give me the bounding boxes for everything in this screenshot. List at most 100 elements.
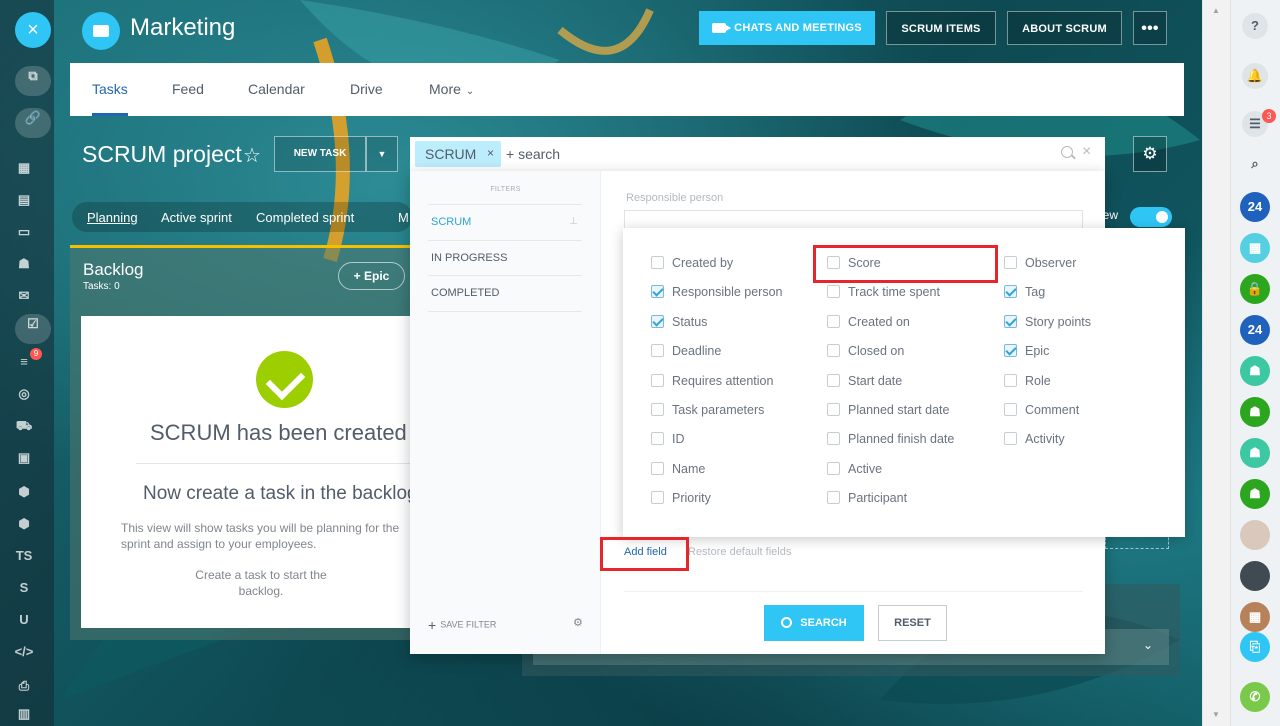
- checkbox[interactable]: [1004, 374, 1017, 388]
- chevron-down-icon[interactable]: ⌄: [1143, 638, 1153, 652]
- field-option-priority[interactable]: Priority: [651, 491, 711, 511]
- group-chat-icon-3[interactable]: ☗: [1240, 438, 1270, 468]
- help-icon[interactable]: ?: [1242, 13, 1268, 39]
- about-scrum-button[interactable]: ABOUT SCRUM: [1007, 11, 1122, 45]
- checkbox[interactable]: [827, 374, 840, 388]
- target-icon[interactable]: ◎: [14, 384, 34, 404]
- checkbox[interactable]: [651, 432, 664, 446]
- field-option-status[interactable]: Status: [651, 315, 707, 335]
- mail-icon[interactable]: ✉: [14, 286, 34, 306]
- group-chat-icon-2[interactable]: ☗: [1240, 397, 1270, 427]
- scrum-items-button[interactable]: SCRUM ITEMS: [886, 11, 996, 45]
- calendar-chat-icon-2[interactable]: ▦: [1240, 602, 1270, 632]
- settings-gear-icon[interactable]: ⚙: [1133, 136, 1167, 172]
- field-option-story-points[interactable]: Story points: [1004, 315, 1091, 335]
- field-option-planned-finish-date[interactable]: Planned finish date: [827, 432, 954, 452]
- checkbox[interactable]: [827, 344, 840, 358]
- search-button[interactable]: SEARCH: [764, 605, 864, 641]
- tab-tasks[interactable]: Tasks: [92, 81, 128, 97]
- checkbox[interactable]: [827, 403, 840, 417]
- checkbox[interactable]: [651, 285, 664, 299]
- field-option-start-date[interactable]: Start date: [827, 374, 902, 394]
- field-option-id[interactable]: ID: [651, 432, 685, 452]
- reset-button[interactable]: RESET: [878, 605, 947, 641]
- calendar-icon[interactable]: ▦: [14, 158, 34, 178]
- view-planning[interactable]: Planning: [87, 210, 138, 225]
- building-icon[interactable]: ▥: [14, 704, 34, 724]
- clear-icon[interactable]: ×: [1082, 143, 1091, 161]
- document-icon[interactable]: ▤: [14, 190, 34, 210]
- search-icon[interactable]: ⌕: [1242, 151, 1268, 177]
- phone-icon[interactable]: ✆: [1240, 682, 1270, 712]
- scroll-up-icon[interactable]: ▲: [1212, 6, 1220, 15]
- checkbox[interactable]: [651, 462, 664, 476]
- checkbox[interactable]: [651, 403, 664, 417]
- chip-remove-icon[interactable]: ×: [487, 146, 494, 160]
- view-more[interactable]: M: [398, 210, 409, 225]
- box-icon-2[interactable]: ⬢: [14, 514, 34, 534]
- close-icon[interactable]: ×: [15, 12, 51, 48]
- field-option-participant[interactable]: Participant: [827, 491, 907, 511]
- field-option-comment[interactable]: Comment: [1004, 403, 1079, 423]
- restore-default-fields-link[interactable]: Restore default fields: [688, 546, 791, 558]
- calendar-chat-icon[interactable]: ▦: [1240, 233, 1270, 263]
- checkbox[interactable]: [1004, 344, 1017, 358]
- checkbox[interactable]: [651, 491, 664, 505]
- lock-icon[interactable]: 🔒: [1240, 274, 1270, 304]
- checkbox[interactable]: [1004, 315, 1017, 329]
- field-option-epic[interactable]: Epic: [1004, 344, 1049, 364]
- add-epic-button[interactable]: + Epic: [338, 262, 405, 290]
- checkbox[interactable]: [651, 344, 664, 358]
- search-icon[interactable]: [1061, 146, 1073, 158]
- field-option-created-by[interactable]: Created by: [651, 256, 733, 276]
- more-menu-button[interactable]: •••: [1133, 11, 1167, 45]
- field-option-requires-attention[interactable]: Requires attention: [651, 374, 773, 394]
- field-option-tag[interactable]: Tag: [1004, 285, 1045, 305]
- tab-feed[interactable]: Feed: [172, 81, 204, 97]
- field-option-closed-on[interactable]: Closed on: [827, 344, 904, 364]
- cart-icon[interactable]: ⛟: [14, 416, 34, 436]
- checkbox[interactable]: [651, 315, 664, 329]
- field-option-track-time-spent[interactable]: Track time spent: [827, 285, 940, 305]
- saved-filter-completed[interactable]: COMPLETED: [428, 275, 582, 311]
- filter-search-bar[interactable]: SCRUM × + search ×: [410, 137, 1105, 171]
- checkbox[interactable]: [827, 462, 840, 476]
- screen-share-icon[interactable]: ⎘: [1240, 632, 1270, 662]
- checkbox[interactable]: [1004, 256, 1017, 270]
- field-option-observer[interactable]: Observer: [1004, 256, 1076, 276]
- checkbox[interactable]: [1004, 403, 1017, 417]
- checkbox[interactable]: [827, 432, 840, 446]
- bitrix24-icon-2[interactable]: 24: [1240, 315, 1270, 345]
- tab-more[interactable]: More ⌄: [429, 81, 474, 97]
- field-option-activity[interactable]: Activity: [1004, 432, 1065, 452]
- tab-drive[interactable]: Drive: [350, 81, 383, 97]
- checkbox[interactable]: [651, 256, 664, 270]
- group-s-icon[interactable]: S: [14, 578, 34, 598]
- field-option-task-parameters[interactable]: Task parameters: [651, 403, 764, 423]
- field-option-created-on[interactable]: Created on: [827, 315, 910, 335]
- new-task-dropdown-button[interactable]: ▼: [366, 136, 398, 172]
- link-icon[interactable]: 🔗: [15, 108, 51, 138]
- group-chat-icon[interactable]: ☗: [1240, 356, 1270, 386]
- avatar-2[interactable]: [1240, 561, 1270, 591]
- new-task-button[interactable]: NEW TASK: [274, 136, 366, 172]
- saved-filter-scrum[interactable]: SCRUM ⊥: [428, 204, 582, 240]
- view-toggle[interactable]: [1130, 207, 1172, 227]
- checkbox[interactable]: [1004, 432, 1017, 446]
- tab-calendar[interactable]: Calendar: [248, 81, 305, 97]
- view-completed-sprint[interactable]: Completed sprint: [256, 210, 354, 225]
- pin-icon[interactable]: ⊥: [569, 205, 578, 239]
- printer-icon[interactable]: ⎙: [14, 676, 34, 696]
- responsible-person-field[interactable]: [624, 210, 1083, 230]
- bitrix24-icon[interactable]: 24: [1240, 192, 1270, 222]
- group-icon[interactable]: ☗: [14, 254, 34, 274]
- group-u-icon[interactable]: U: [14, 610, 34, 630]
- field-option-planned-start-date[interactable]: Planned start date: [827, 403, 949, 423]
- saved-filter-in-progress[interactable]: IN PROGRESS: [428, 240, 582, 276]
- save-filter-button[interactable]: + SAVE FILTER: [428, 617, 496, 633]
- chats-meetings-button[interactable]: CHATS AND MEETINGS: [699, 11, 875, 45]
- scroll-down-icon[interactable]: ▼: [1212, 710, 1220, 719]
- group-ts-icon[interactable]: TS: [14, 546, 34, 566]
- view-active-sprint[interactable]: Active sprint: [161, 210, 232, 225]
- checkbox[interactable]: [651, 374, 664, 388]
